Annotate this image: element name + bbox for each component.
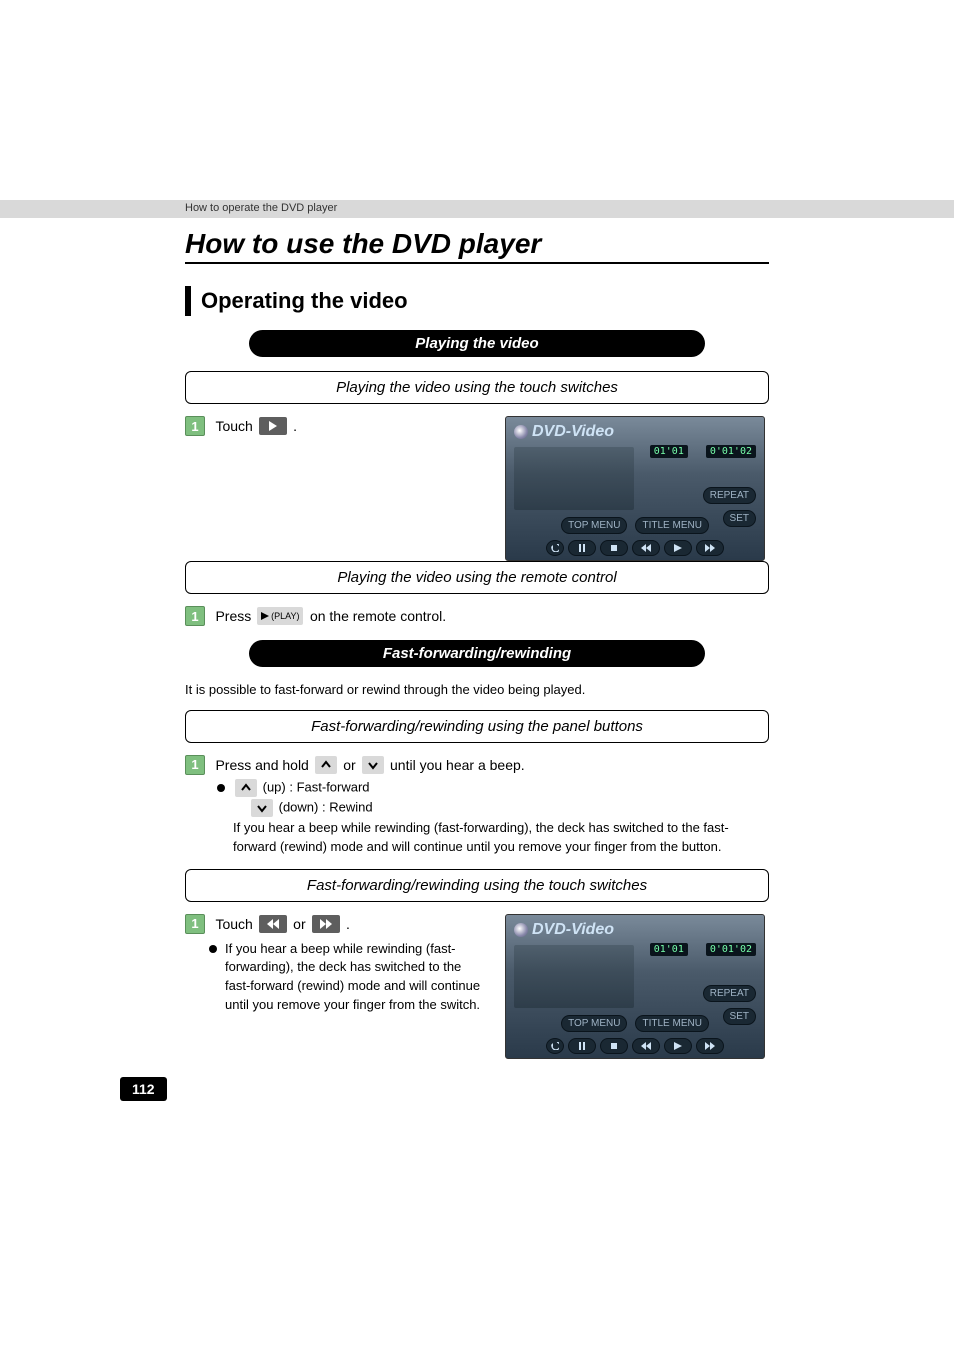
step-2b-row: 1 Touch or . If you hear a beep while re… — [185, 914, 769, 1059]
step-text: . — [293, 418, 297, 434]
step-text: . — [346, 916, 350, 932]
section-heading: Operating the video — [185, 286, 769, 316]
page-number: 112 — [120, 1077, 167, 1101]
bullet-text: (down) : Rewind — [279, 799, 373, 814]
return-icon[interactable] — [546, 1038, 564, 1054]
top-menu-button[interactable]: TOP MENU — [561, 517, 627, 534]
dvd-screenshot: DVD-Video 01'01 0'01'02 REPEAT SET TOP M… — [505, 416, 765, 561]
section-title: Operating the video — [201, 286, 408, 316]
play-icon[interactable] — [664, 540, 692, 556]
title-menu-button[interactable]: TITLE MENU — [635, 1015, 708, 1032]
rewind-icon[interactable] — [632, 540, 660, 556]
play-button-label: (PLAY) — [257, 607, 303, 625]
pause-icon[interactable] — [568, 540, 596, 556]
subheading-touch-switches-ff: Fast-forwarding/rewinding using the touc… — [185, 869, 769, 902]
repeat-button[interactable]: REPEAT — [703, 487, 756, 504]
step-text: until you hear a beep. — [390, 757, 525, 773]
body-text: If you hear a beep while rewinding (fast… — [233, 819, 769, 857]
screenshot-logo-text: DVD-Video — [532, 921, 614, 939]
step-number: 1 — [185, 416, 205, 436]
counter-1: 01'01 — [650, 445, 688, 458]
chevron-up-icon — [235, 779, 257, 797]
screenshot-counters: 01'01 0'01'02 — [650, 445, 756, 458]
transport-bar — [506, 540, 764, 556]
play-label-text: (PLAY) — [271, 611, 299, 621]
step-1a-row: 1 Touch . DVD-Video 01'01 0' — [185, 416, 769, 561]
paragraph-ff-intro: It is possible to fast-forward or rewind… — [185, 681, 769, 700]
bullet-text: (up) : Fast-forward — [263, 779, 370, 794]
step-2a-row: 1 Press and hold or until you hear a bee… — [185, 755, 769, 775]
screenshot-logo: DVD-Video — [514, 423, 614, 441]
fastforward-icon[interactable] — [696, 1038, 724, 1054]
subheading-touch-switches: Playing the video using the touch switch… — [185, 371, 769, 404]
list-item: If you hear a beep while rewinding (fast… — [209, 940, 485, 1015]
subheading-remote-control: Playing the video using the remote contr… — [185, 561, 769, 594]
screenshot-scene — [514, 447, 634, 510]
dvd-screenshot: DVD-Video 01'01 0'01'02 REPEAT SET TOP M… — [505, 914, 765, 1059]
step-text: or — [293, 916, 309, 932]
screenshot-logo-text: DVD-Video — [532, 423, 614, 441]
step-text: Touch — [215, 916, 256, 932]
return-icon[interactable] — [546, 540, 564, 556]
breadcrumb: How to operate the DVD player — [185, 202, 337, 214]
step-text: Press — [215, 608, 255, 624]
subheading-panel-buttons: Fast-forwarding/rewinding using the pane… — [185, 710, 769, 743]
repeat-button[interactable]: REPEAT — [703, 985, 756, 1002]
stop-icon[interactable] — [600, 1038, 628, 1054]
bullet-dot-icon — [217, 784, 225, 792]
counter-2: 0'01'02 — [706, 943, 756, 956]
step-text: Press and hold — [215, 757, 312, 773]
content-area: How to use the DVD player Operating the … — [185, 228, 769, 1059]
play-icon[interactable] — [664, 1038, 692, 1054]
fastforward-icon — [312, 915, 340, 933]
step-text: Touch — [215, 418, 256, 434]
screenshot-scene — [514, 945, 634, 1008]
counter-2: 0'01'02 — [706, 445, 756, 458]
section-bar — [185, 286, 191, 316]
chevron-down-icon — [362, 756, 384, 774]
bullet-list: (up) : Fast-forward (down) : Rewind — [217, 779, 769, 817]
step-number: 1 — [185, 914, 205, 934]
chevron-up-icon — [315, 756, 337, 774]
step-text: or — [343, 757, 359, 773]
step-number: 1 — [185, 755, 205, 775]
screenshot-bottom-buttons: TOP MENU TITLE MENU — [506, 517, 764, 534]
screenshot-bottom-buttons: TOP MENU TITLE MENU — [506, 1015, 764, 1032]
step-number: 1 — [185, 606, 205, 626]
rewind-icon[interactable] — [632, 1038, 660, 1054]
stop-icon[interactable] — [600, 540, 628, 556]
pill-playing-video: Playing the video — [249, 330, 705, 357]
title-rule — [185, 262, 769, 264]
top-menu-button[interactable]: TOP MENU — [561, 1015, 627, 1032]
disc-icon — [514, 923, 528, 937]
bullet-dot-icon — [209, 945, 217, 953]
list-item: (up) : Fast-forward — [217, 779, 769, 797]
step-text: on the remote control. — [310, 608, 446, 624]
chevron-down-icon — [251, 799, 273, 817]
step-1b-row: 1 Press (PLAY) on the remote control. — [185, 606, 769, 626]
header-band — [0, 200, 954, 218]
screenshot-counters: 01'01 0'01'02 — [650, 943, 756, 956]
page-title: How to use the DVD player — [185, 228, 769, 260]
pill-fast-forwarding: Fast-forwarding/rewinding — [249, 640, 705, 667]
transport-bar — [506, 1038, 764, 1054]
screenshot-logo: DVD-Video — [514, 921, 614, 939]
pause-icon[interactable] — [568, 1038, 596, 1054]
fastforward-icon[interactable] — [696, 540, 724, 556]
title-menu-button[interactable]: TITLE MENU — [635, 517, 708, 534]
page: How to operate the DVD player How to use… — [0, 0, 954, 1351]
rewind-icon — [259, 915, 287, 933]
bullet-text: If you hear a beep while rewinding (fast… — [225, 940, 485, 1015]
disc-icon — [514, 425, 528, 439]
play-icon — [259, 417, 287, 435]
list-item: (down) : Rewind — [233, 799, 769, 817]
counter-1: 01'01 — [650, 943, 688, 956]
